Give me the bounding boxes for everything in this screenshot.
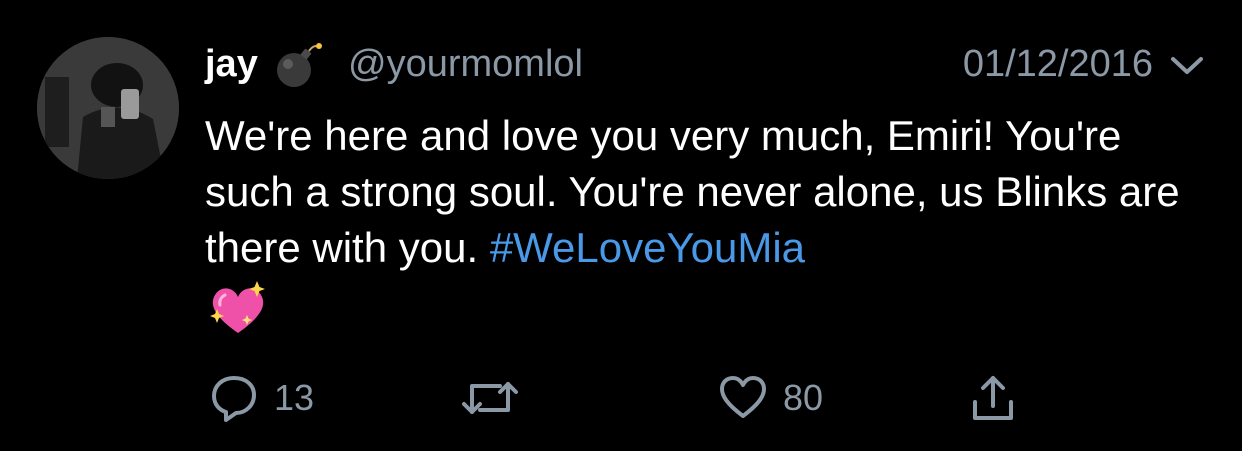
bomb-icon <box>272 40 326 90</box>
tweet[interactable]: jay @yourmomlol 01/12/2016 We're here an… <box>0 0 1242 451</box>
share-button[interactable] <box>967 370 1019 426</box>
reply-icon <box>208 372 260 424</box>
heart-icon <box>717 372 769 424</box>
tweet-date[interactable]: 01/12/2016 <box>963 40 1153 88</box>
avatar[interactable] <box>37 37 179 179</box>
sparkling-heart-icon <box>207 279 269 337</box>
user-handle[interactable]: @yourmomlol <box>348 40 583 88</box>
tweet-text: We're here and love you very much, Emiri… <box>205 108 1215 276</box>
display-name[interactable]: jay <box>205 40 258 88</box>
tweet-actions: 13 80 <box>205 370 1215 426</box>
reply-button[interactable]: 13 <box>208 370 314 426</box>
chevron-down-icon[interactable] <box>1167 50 1207 80</box>
like-count: 80 <box>783 377 824 418</box>
retweet-button[interactable] <box>460 370 520 426</box>
hashtag-link[interactable]: #WeLoveYouMia <box>490 224 805 271</box>
share-icon <box>967 372 1019 424</box>
reply-count: 13 <box>274 377 315 418</box>
retweet-icon <box>460 372 520 424</box>
tweet-header: jay @yourmomlol 01/12/2016 <box>205 36 1215 92</box>
like-button[interactable]: 80 <box>717 370 823 426</box>
